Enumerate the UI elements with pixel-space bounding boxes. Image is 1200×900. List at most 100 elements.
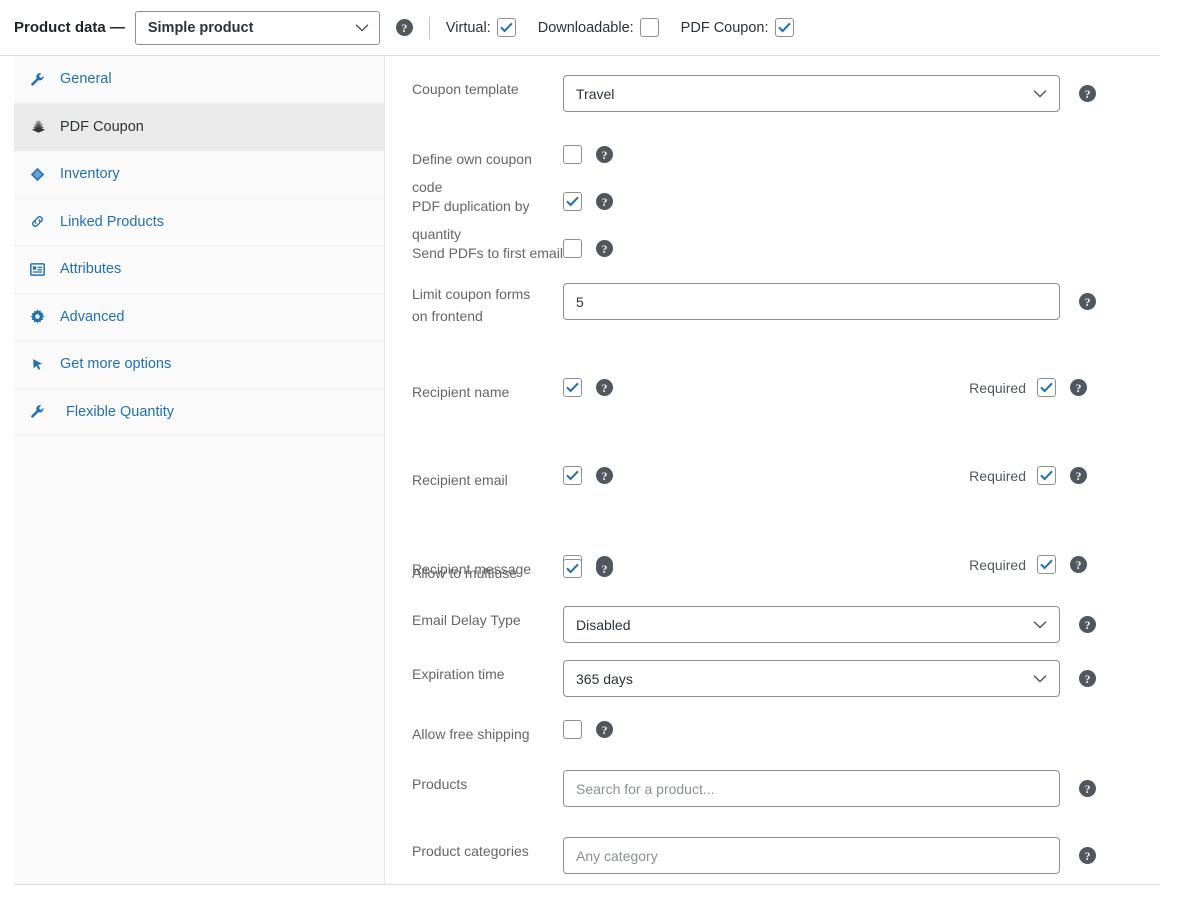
pdf-coupon-checkbox[interactable] [774,18,794,37]
recipient-email-checkbox[interactable] [563,466,582,485]
coupon-template-select[interactable]: Travel [563,75,1060,112]
field-row-email-delay-type: Email Delay Type Disabled ? [386,606,1160,643]
chevron-down-icon [1033,89,1047,98]
field-row-recipient-email: Recipient email ? Required ? [386,466,1160,494]
recipient-email-required-checkbox[interactable] [1037,466,1056,485]
virtual-toggle[interactable]: Virtual: [446,18,516,37]
cursor-click-icon [30,357,52,372]
help-icon[interactable]: ? [1079,85,1096,102]
sidebar-item-attributes[interactable]: Attributes [14,246,384,294]
product-data-panel: Product data — Simple product ? Virtual:… [0,0,1200,900]
products-label: Products [412,776,468,792]
help-icon[interactable]: ? [1079,780,1096,797]
help-icon[interactable]: ? [395,19,413,36]
sidebar-item-advanced[interactable]: Advanced [14,294,384,341]
send-pdfs-first-email-checkbox[interactable] [563,239,582,258]
help-icon[interactable]: ? [596,379,613,396]
field-row-expiration-time: Expiration time 365 days ? [386,660,1160,697]
coupon-template-value: Travel [576,85,615,102]
recipient-name-required-checkbox[interactable] [1037,378,1056,397]
help-icon[interactable]: ? [1070,467,1087,484]
help-icon[interactable]: ? [1079,670,1096,687]
limit-coupon-forms-input[interactable]: 5 [563,283,1060,320]
limit-coupon-forms-value: 5 [576,293,584,310]
product-categories-label: Product categories [412,843,529,859]
downloadable-toggle[interactable]: Downloadable: [538,18,659,37]
wrench-icon [30,404,52,419]
sidebar-item-label: Inventory [60,166,120,183]
sidebar-item-pdf-coupon[interactable]: PDF Coupon [14,103,384,151]
sidebar-item-label: Flexible Quantity [66,403,174,420]
email-delay-type-label: Email Delay Type [412,612,521,628]
field-row-coupon-template: Coupon template Travel ? [386,75,1160,112]
expiration-time-select[interactable]: 365 days [563,660,1060,697]
chevron-down-icon [1033,620,1047,629]
recipient-name-required-group: Required ? [969,378,1087,397]
sidebar-item-label: PDF Coupon [60,118,144,135]
field-row-product-categories: Product categories Any category ? [386,837,1160,874]
sidebar-item-label: Linked Products [60,213,164,230]
product-data-tabs: General PDF Coupon Inventory Linked Prod… [14,56,385,884]
field-row-send-pdfs-first-email: Send PDFs to first email ? [386,239,1160,267]
help-icon[interactable]: ? [1070,379,1087,396]
help-icon[interactable]: ? [1079,616,1096,633]
field-row-products: Products Search for a product... ? [386,770,1160,807]
sidebar-item-get-more-options[interactable]: Get more options [14,341,384,389]
limit-coupon-forms-label: Limit coupon forms on frontend [386,283,563,327]
link-icon [30,214,52,229]
virtual-checkbox[interactable] [496,18,516,37]
email-delay-type-value: Disabled [576,616,631,633]
wrench-icon [30,72,52,87]
expiration-time-value: 365 days [576,670,633,687]
coupon-stack-icon [30,119,52,134]
field-row-allow-free-shipping: Allow free shipping ? [386,720,1160,748]
products-placeholder: Search for a product... [576,780,715,797]
pdf-duplication-checkbox[interactable] [563,192,582,211]
product-categories-input[interactable]: Any category [563,837,1060,874]
sidebar-item-general[interactable]: General [14,56,384,104]
help-icon[interactable]: ? [1079,293,1096,310]
product-type-select[interactable]: Simple product [134,10,380,45]
expiration-time-label: Expiration time [412,666,505,682]
recipient-name-checkbox[interactable] [563,378,582,397]
help-icon[interactable]: ? [596,146,613,163]
gear-icon [30,309,52,324]
help-icon[interactable]: ? [596,193,613,210]
required-label: Required [969,379,1026,396]
sidebar-item-linked-products[interactable]: Linked Products [14,199,384,246]
help-icon[interactable]: ? [596,467,613,484]
pdf-coupon-toggle[interactable]: PDF Coupon: [681,18,794,37]
sidebar-item-label: Get more options [60,356,172,373]
chevron-down-icon [1033,674,1047,683]
sidebar-item-label: General [60,71,112,88]
downloadable-label: Downloadable: [537,19,634,36]
help-icon[interactable]: ? [1079,847,1096,864]
sidebar-item-label: Advanced [60,308,125,325]
help-icon[interactable]: ? [596,721,613,738]
send-pdfs-first-email-label: Send PDFs to first email [412,245,563,261]
allow-multiuse-checkbox[interactable] [563,559,582,578]
limit-coupon-forms-label-line1: Limit coupon forms [412,286,531,302]
downloadable-checkbox[interactable] [639,18,659,37]
pdf-coupon-label: PDF Coupon: [680,19,769,36]
list-card-icon [30,262,52,276]
recipient-name-label: Recipient name [412,384,510,400]
product-type-value: Simple product [147,19,254,36]
allow-free-shipping-label: Allow free shipping [412,726,530,742]
help-icon[interactable]: ? [596,560,613,577]
define-own-coupon-code-checkbox[interactable] [563,145,582,164]
allow-multiuse-label: Allow to multiuse [412,565,518,581]
allow-free-shipping-checkbox[interactable] [563,720,582,739]
limit-coupon-forms-label-line2: on frontend [412,308,483,324]
virtual-label: Virtual: [445,19,491,36]
email-delay-type-select[interactable]: Disabled [563,606,1060,643]
header-divider [428,16,430,39]
page-title: Product data — [14,19,125,36]
products-search-input[interactable]: Search for a product... [563,770,1060,807]
sidebar-item-flexible-quantity[interactable]: Flexible Quantity [14,389,384,436]
product-data-header: Product data — Simple product ? Virtual:… [0,0,1160,56]
sidebar-item-inventory[interactable]: Inventory [14,151,384,199]
help-icon[interactable]: ? [596,240,613,257]
diamond-icon [30,167,52,182]
field-row-allow-multiuse: Allow to multiuse ? [386,559,1160,587]
